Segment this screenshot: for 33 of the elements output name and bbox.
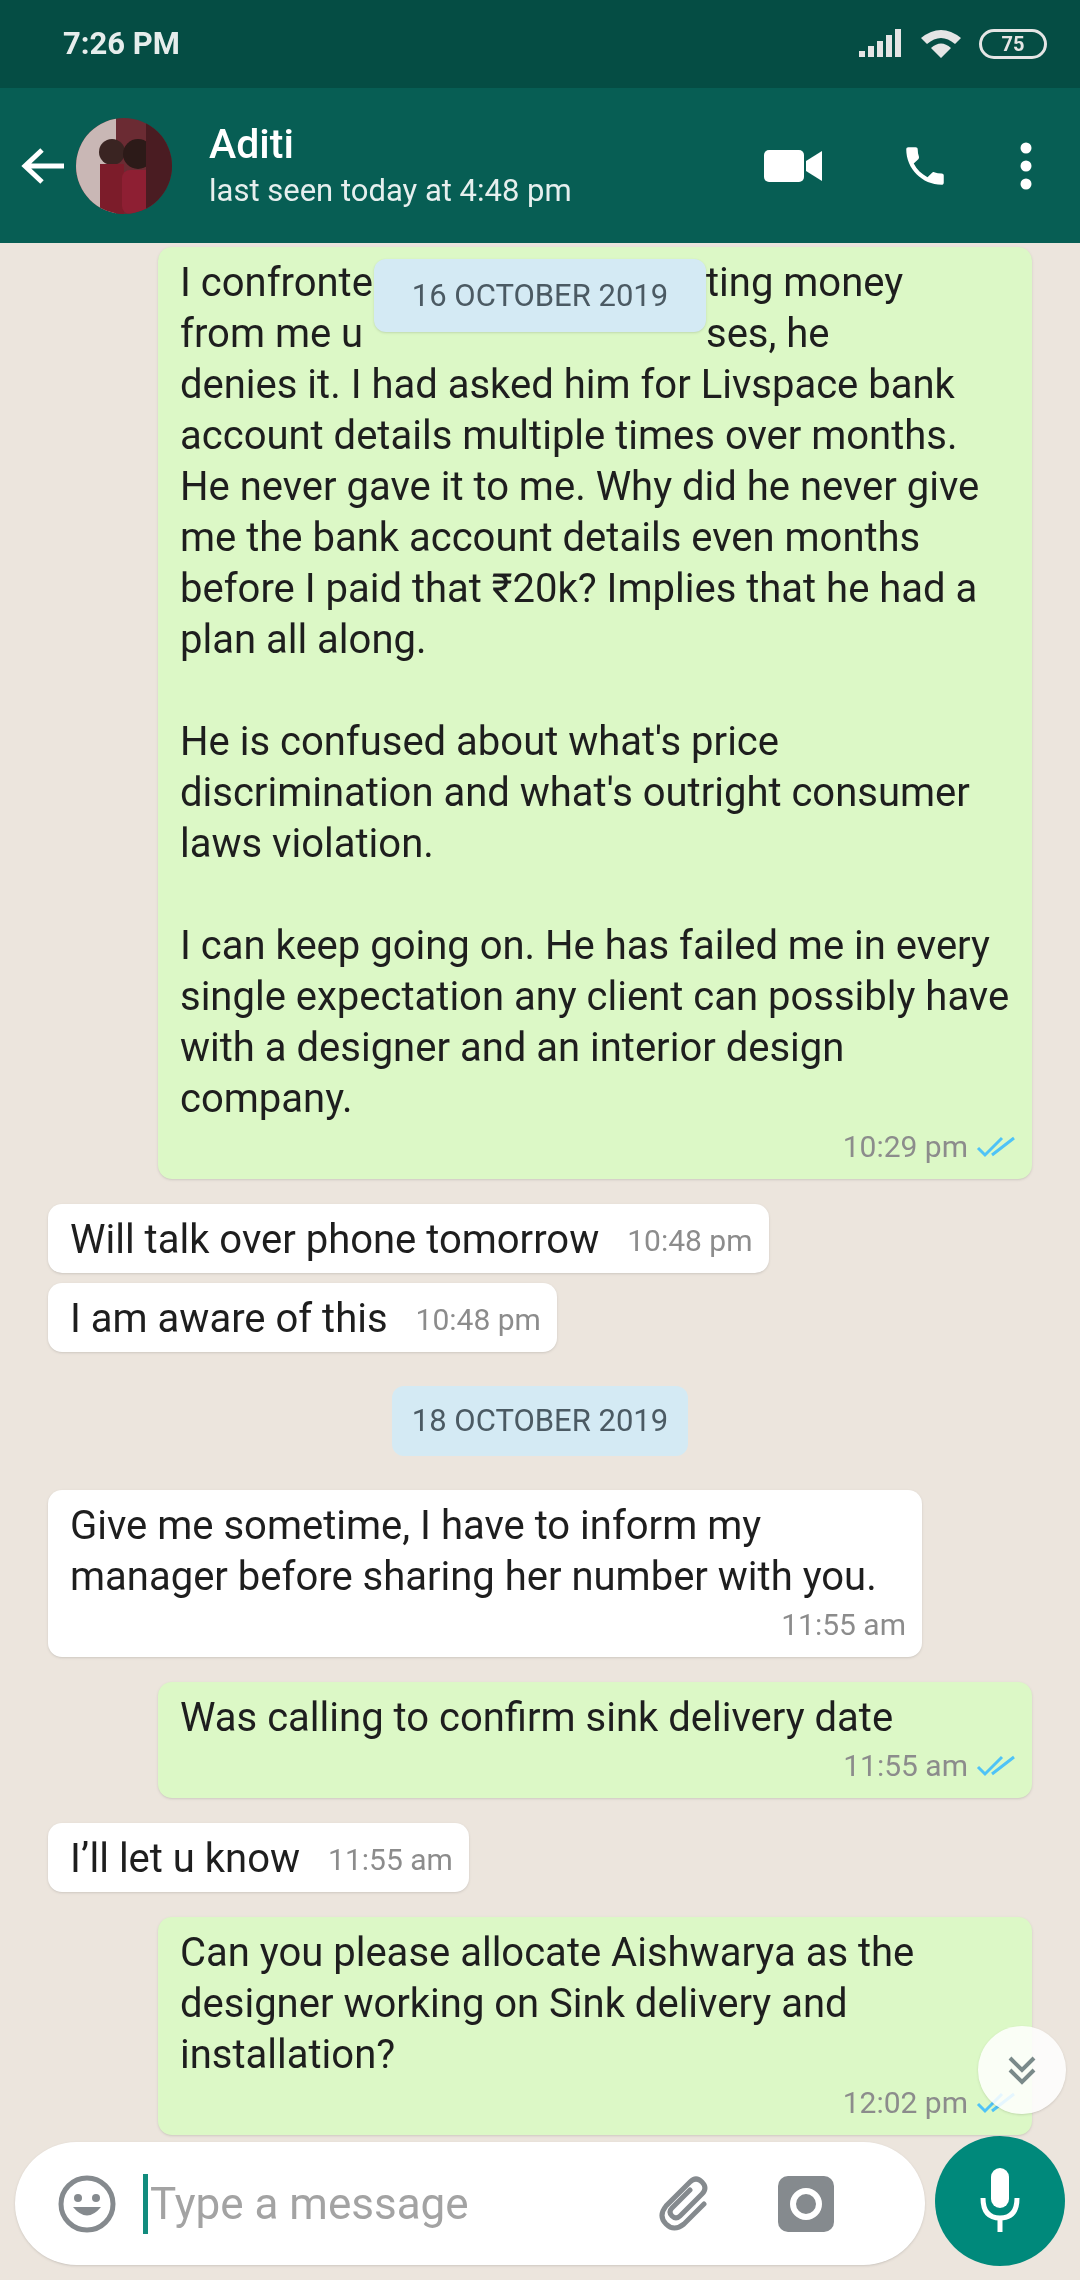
emoji-icon[interactable]: [57, 2173, 117, 2234]
microphone-icon: [980, 2168, 1020, 2234]
message-text: Was calling to confirm sink delivery date: [180, 1693, 894, 1743]
message-time: 10:29 pm: [842, 1128, 968, 1166]
message-text-fragment: ses, he: [706, 309, 831, 359]
message-time: 11:55 am: [781, 1606, 906, 1644]
message-text-fragment: I confronte: [180, 258, 374, 308]
back-icon[interactable]: [20, 145, 66, 186]
message-text: I’ll let u know: [70, 1834, 301, 1884]
message-text: Will talk over phone tomorrow: [70, 1215, 600, 1265]
date-chip: 16 OCTOBER 2019: [374, 259, 706, 332]
signal-icon: [859, 29, 903, 59]
contact-name[interactable]: Aditi: [209, 118, 572, 169]
message-text-fragment: ting money: [706, 258, 905, 308]
message-time: 11:55 am: [328, 1841, 453, 1879]
message-time: 10:48 pm: [627, 1222, 753, 1260]
message-time: 10:48 pm: [415, 1301, 541, 1339]
camera-icon[interactable]: [778, 2175, 834, 2232]
wifi-icon: [919, 28, 963, 60]
message-text: Give me sometime, I have to inform my manager before sharing her number with you.: [70, 1501, 878, 1602]
message-text-fragment: from me u: [180, 309, 365, 359]
status-time: 7:26 PM: [63, 23, 180, 64]
video-call-icon[interactable]: [764, 147, 822, 184]
battery-icon: 75: [979, 29, 1047, 59]
last-seen-text: last seen today at 4:48 pm: [209, 170, 572, 211]
more-options-icon[interactable]: [1020, 141, 1032, 190]
message-input-field[interactable]: Type a message: [150, 2170, 570, 2237]
message-text: I am aware of this: [70, 1294, 388, 1344]
message-time: 11:55 am: [843, 1747, 968, 1785]
date-chip: 18 OCTOBER 2019: [391, 1386, 689, 1456]
message-time: 12:02 pm: [842, 2084, 968, 2122]
message-text: Can you please allocate Aishwarya as the designer working on Sink delivery and installation?: [180, 1928, 916, 2080]
message-text: denies it. I had asked him for Livspace bank account details multiple times over months. He never gave it to me. Why did he never give me the bank account details even months before I paid that ₹20k? Implies that he had a plan all along. He is confused about what's price discrimination and what's outright consumer laws violation. I can keep going on. He has failed me in every single expectation any client can possibly have with a designer and an interior design company.: [180, 360, 1011, 1124]
